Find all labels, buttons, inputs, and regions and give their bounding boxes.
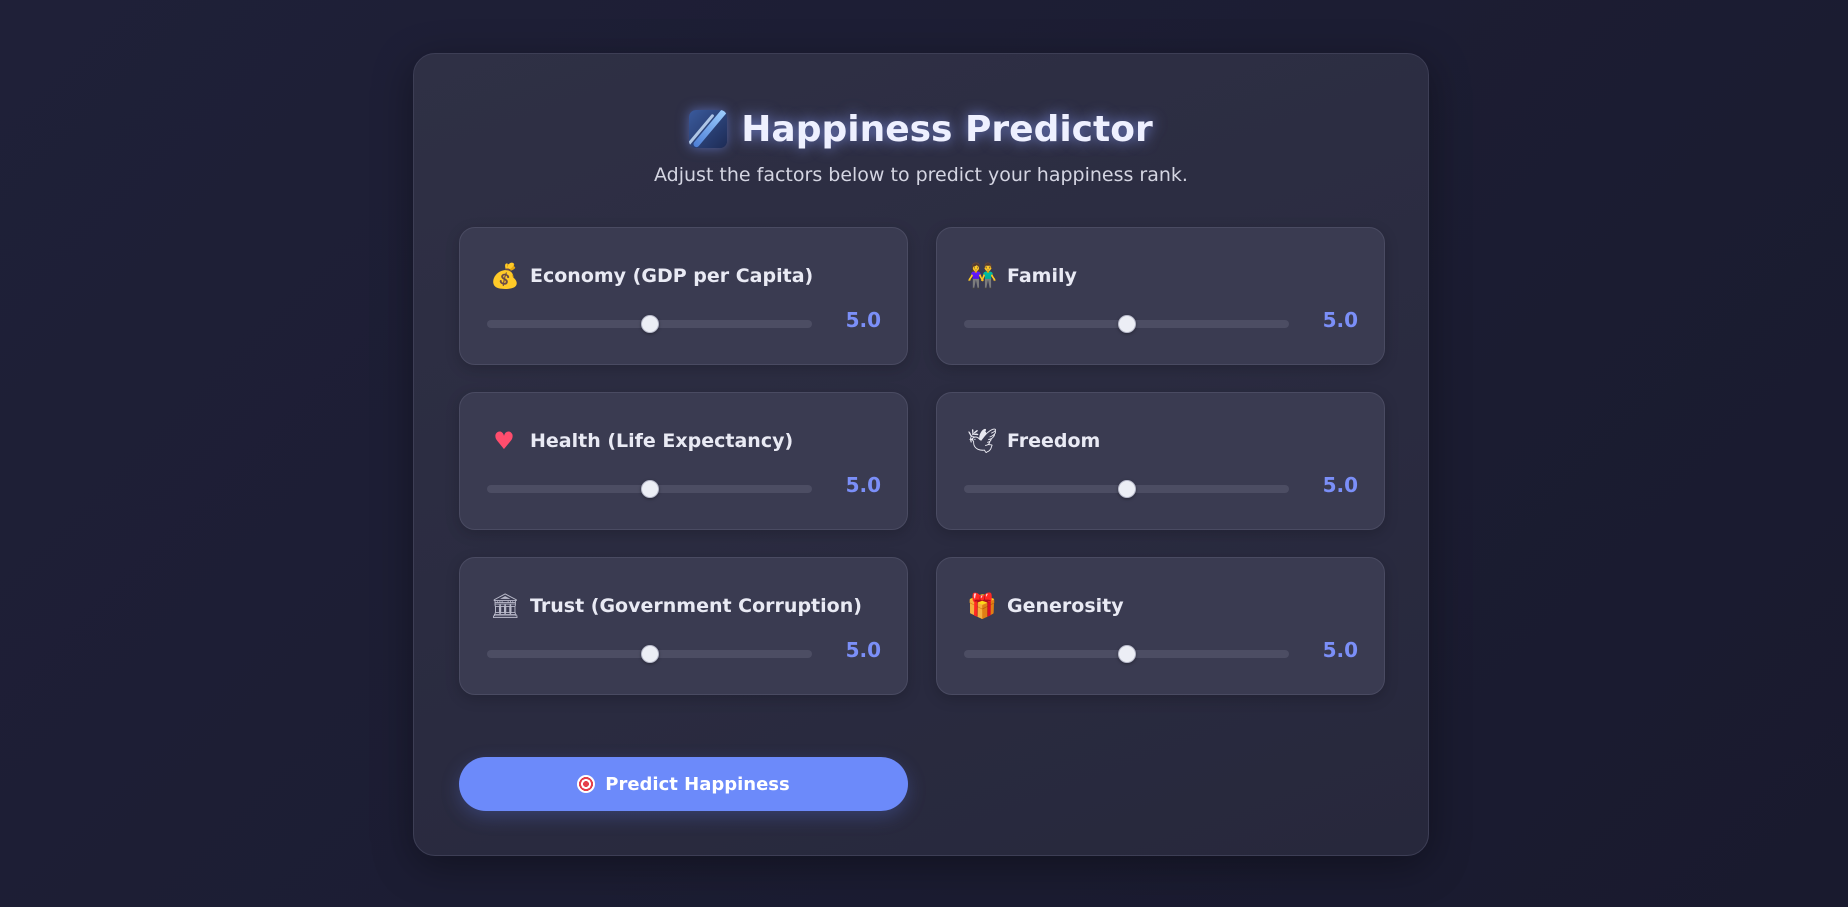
page-subtitle: Adjust the factors below to predict your… <box>654 164 1188 186</box>
gift-icon: 🎁 <box>967 592 997 620</box>
bank-icon: 🏛 <box>490 592 521 620</box>
factor-grid: 💰 Economy (GDP per Capita) 5.0 👫 Family … <box>459 227 1385 695</box>
factor-health: ♥ Health (Life Expectancy) 5.0 <box>459 392 908 530</box>
trust-slider[interactable] <box>487 645 812 663</box>
factor-label: Trust (Government Corruption) <box>530 595 862 617</box>
factor-label: Economy (GDP per Capita) <box>530 265 814 287</box>
factor-value: 5.0 <box>845 638 881 662</box>
generosity-slider[interactable] <box>964 645 1289 663</box>
factor-trust: 🏛 Trust (Government Corruption) 5.0 <box>459 557 908 695</box>
dove-icon: 🕊 <box>967 427 998 455</box>
factor-value: 5.0 <box>1322 473 1358 497</box>
factor-label: Generosity <box>1007 595 1124 617</box>
title-row: Happiness Predictor <box>414 104 1428 154</box>
slider-thumb[interactable] <box>640 645 659 663</box>
factor-value: 5.0 <box>1322 308 1358 332</box>
factor-header: 👫 Family <box>967 262 1077 290</box>
predictor-card: Happiness Predictor Adjust the factors b… <box>413 53 1429 856</box>
freedom-slider[interactable] <box>964 480 1289 498</box>
slider-thumb[interactable] <box>1117 315 1136 333</box>
factor-economy: 💰 Economy (GDP per Capita) 5.0 <box>459 227 908 365</box>
health-slider[interactable] <box>487 480 812 498</box>
factor-header: ♥ Health (Life Expectancy) <box>490 427 793 455</box>
factor-header: 🏛 Trust (Government Corruption) <box>490 592 862 620</box>
slider-thumb[interactable] <box>640 315 659 333</box>
family-icon: 👫 <box>967 262 997 290</box>
factor-value: 5.0 <box>1322 638 1358 662</box>
factor-label: Health (Life Expectancy) <box>530 430 794 452</box>
factor-value: 5.0 <box>845 308 881 332</box>
factor-header: 🕊 Freedom <box>967 427 1100 455</box>
predict-button[interactable]: Predict Happiness <box>459 757 908 811</box>
factor-header: 🎁 Generosity <box>967 592 1124 620</box>
factor-header: 💰 Economy (GDP per Capita) <box>490 262 813 290</box>
target-icon <box>577 775 596 793</box>
money-bag-icon: 💰 <box>490 262 520 290</box>
factor-label: Family <box>1007 265 1077 287</box>
factor-family: 👫 Family 5.0 <box>936 227 1385 365</box>
family-slider[interactable] <box>964 315 1289 333</box>
slider-thumb[interactable] <box>640 480 659 498</box>
heart-icon: ♥ <box>493 427 515 455</box>
predict-button-label: Predict Happiness <box>605 773 790 795</box>
shooting-star-icon <box>689 110 728 148</box>
factor-freedom: 🕊 Freedom 5.0 <box>936 392 1385 530</box>
page-title: Happiness Predictor <box>741 108 1153 150</box>
slider-thumb[interactable] <box>1117 480 1136 498</box>
slider-thumb[interactable] <box>1117 645 1136 663</box>
factor-label: Freedom <box>1007 430 1101 452</box>
factor-generosity: 🎁 Generosity 5.0 <box>936 557 1385 695</box>
economy-slider[interactable] <box>487 315 812 333</box>
factor-value: 5.0 <box>845 473 881 497</box>
